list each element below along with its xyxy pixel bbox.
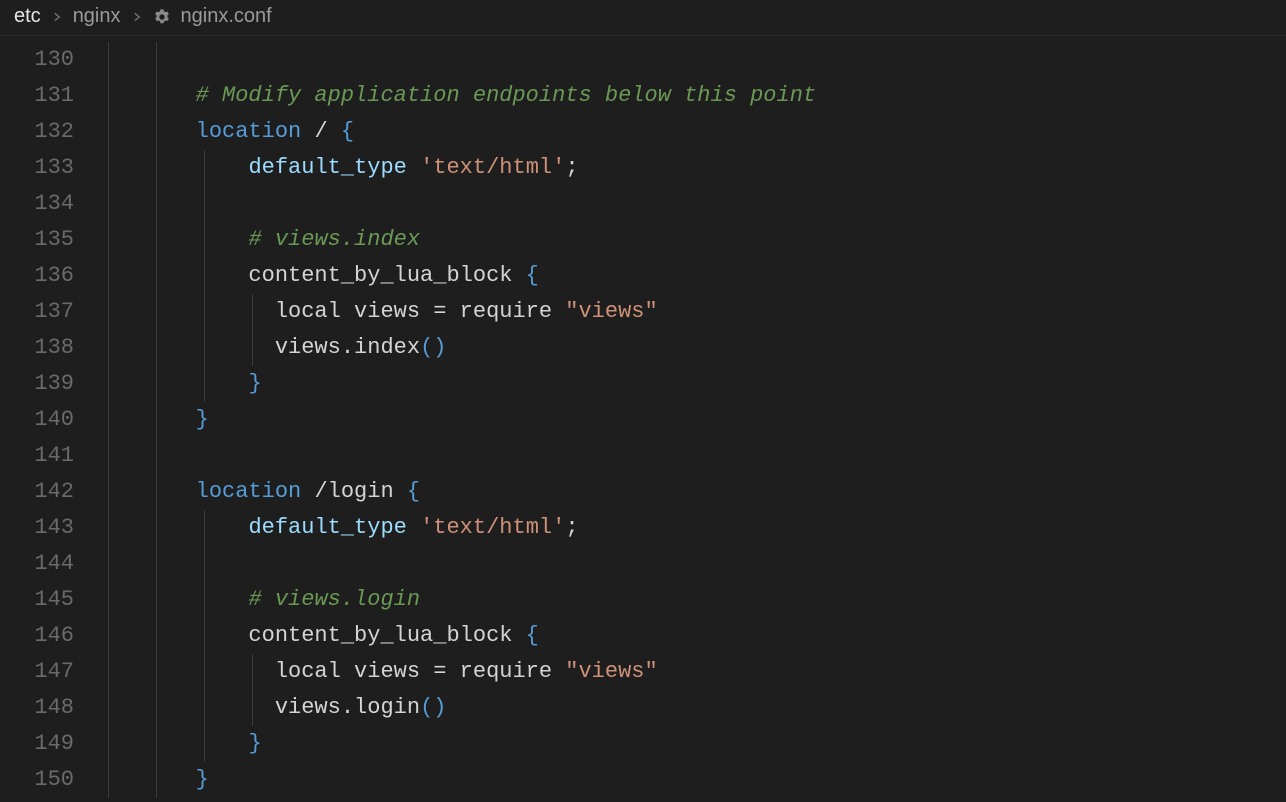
breadcrumb: etc nginx nginx.conf	[0, 0, 1286, 36]
code-text: views.index()	[90, 335, 446, 360]
line-number: 132	[0, 114, 90, 150]
line-number-gutter: 1301311321331341351361371381391401411421…	[0, 36, 90, 802]
code-line[interactable]: default_type 'text/html';	[90, 510, 1286, 546]
code-text: location / {	[90, 119, 354, 144]
code-line[interactable]: content_by_lua_block {	[90, 618, 1286, 654]
chevron-right-icon	[51, 8, 63, 26]
line-number: 139	[0, 366, 90, 402]
indent-guide	[156, 186, 157, 222]
code-text: # views.index	[90, 227, 420, 252]
line-number: 137	[0, 294, 90, 330]
code-line[interactable]: location / {	[90, 114, 1286, 150]
code-text: # Modify application endpoints below thi…	[90, 83, 816, 108]
code-text: }	[90, 371, 262, 396]
code-line[interactable]	[90, 546, 1286, 582]
code-text: default_type 'text/html';	[90, 515, 579, 540]
code-line[interactable]	[90, 438, 1286, 474]
code-line[interactable]: default_type 'text/html';	[90, 150, 1286, 186]
code-line[interactable]: # Modify application endpoints below thi…	[90, 78, 1286, 114]
indent-guide	[156, 546, 157, 582]
indent-guide	[204, 186, 205, 222]
code-line[interactable]: # views.login	[90, 582, 1286, 618]
indent-guide	[108, 438, 109, 474]
line-number: 144	[0, 546, 90, 582]
indent-guide	[204, 546, 205, 582]
code-text: # views.login	[90, 587, 420, 612]
line-number: 142	[0, 474, 90, 510]
code-text: content_by_lua_block {	[90, 263, 539, 288]
breadcrumb-item[interactable]: nginx.conf	[181, 5, 272, 28]
breadcrumb-item[interactable]: etc	[14, 5, 41, 28]
code-line[interactable]: location /login {	[90, 474, 1286, 510]
code-line[interactable]: views.index()	[90, 330, 1286, 366]
code-line[interactable]: views.login()	[90, 690, 1286, 726]
line-number: 140	[0, 402, 90, 438]
indent-guide	[156, 42, 157, 78]
indent-guide	[108, 546, 109, 582]
code-content[interactable]: # Modify application endpoints below thi…	[90, 36, 1286, 802]
code-text: content_by_lua_block {	[90, 623, 539, 648]
line-number: 150	[0, 762, 90, 798]
line-number: 143	[0, 510, 90, 546]
indent-guide	[156, 438, 157, 474]
line-number: 131	[0, 78, 90, 114]
code-line[interactable]: local views = require "views"	[90, 654, 1286, 690]
line-number: 130	[0, 42, 90, 78]
line-number: 134	[0, 186, 90, 222]
chevron-right-icon	[131, 8, 143, 26]
code-line[interactable]: }	[90, 762, 1286, 798]
line-number: 148	[0, 690, 90, 726]
line-number: 147	[0, 654, 90, 690]
line-number: 135	[0, 222, 90, 258]
line-number: 136	[0, 258, 90, 294]
code-line[interactable]: # views.index	[90, 222, 1286, 258]
code-line[interactable]: }	[90, 726, 1286, 762]
code-text: }	[90, 767, 209, 792]
code-line[interactable]	[90, 186, 1286, 222]
line-number: 146	[0, 618, 90, 654]
code-text: }	[90, 407, 209, 432]
code-line[interactable]: }	[90, 366, 1286, 402]
breadcrumb-item[interactable]: nginx	[73, 5, 121, 28]
line-number: 149	[0, 726, 90, 762]
line-number: 138	[0, 330, 90, 366]
code-line[interactable]	[90, 42, 1286, 78]
code-line[interactable]: }	[90, 402, 1286, 438]
code-line[interactable]: content_by_lua_block {	[90, 258, 1286, 294]
code-text: local views = require "views"	[90, 299, 658, 324]
indent-guide	[108, 42, 109, 78]
code-text: location /login {	[90, 479, 420, 504]
line-number: 145	[0, 582, 90, 618]
line-number: 133	[0, 150, 90, 186]
code-line[interactable]: local views = require "views"	[90, 294, 1286, 330]
line-number: 141	[0, 438, 90, 474]
code-text: local views = require "views"	[90, 659, 658, 684]
indent-guide	[108, 186, 109, 222]
code-text: default_type 'text/html';	[90, 155, 579, 180]
code-text: views.login()	[90, 695, 446, 720]
gear-icon	[153, 8, 171, 26]
code-editor[interactable]: 1301311321331341351361371381391401411421…	[0, 36, 1286, 802]
code-text: }	[90, 731, 262, 756]
